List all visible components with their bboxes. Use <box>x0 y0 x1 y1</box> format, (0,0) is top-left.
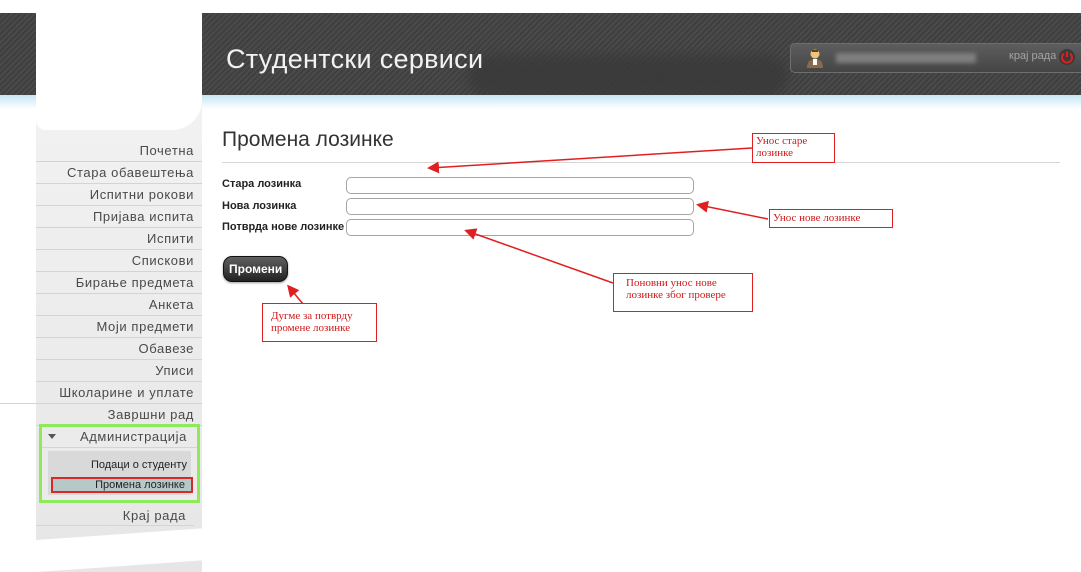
old-password-input[interactable] <box>346 177 694 194</box>
sidebar-item-obligations[interactable]: Обавезе <box>36 338 202 360</box>
confirm-password-label: Потврда нове лозинке <box>222 221 345 233</box>
sidebar-item-home[interactable]: Почетна <box>36 140 202 162</box>
user-box: крај рада <box>790 43 1081 73</box>
sidebar-item-exam-registration[interactable]: Пријава испита <box>36 206 202 228</box>
arrow-submit-button <box>287 284 304 305</box>
sidebar-nav: Почетна Стара обавештења Испитни рокови … <box>0 140 202 426</box>
annotation-button-line1: Дугме за потврду <box>271 310 353 322</box>
new-password-label: Нова лозинка <box>222 200 297 212</box>
title-divider <box>222 162 1060 163</box>
annotation-confirm-line1: Поновни унос нове <box>626 277 717 289</box>
sidebar-item-exam-periods[interactable]: Испитни рокови <box>36 184 202 206</box>
sidebar-item-administration[interactable]: Администрација <box>42 427 197 448</box>
sidebar-top-fade <box>36 10 202 130</box>
user-avatar-icon <box>807 49 823 68</box>
sidebar-item-logout[interactable]: Крај рада <box>36 505 194 526</box>
annotation-confirm-line2: лозинке због провере <box>626 289 726 301</box>
sidebar-item-course-selection[interactable]: Бирање предмета <box>36 272 202 294</box>
sidebar-subitem-change-password[interactable]: Промена лозинке <box>51 477 193 493</box>
app-title: Студентски сервиси <box>226 44 484 74</box>
sidebar-admin-label: Администрација <box>79 429 187 444</box>
annotation-submit-button: Дугме за потврду промене лозинке <box>262 303 377 342</box>
new-password-input[interactable] <box>346 198 694 215</box>
confirm-password-input[interactable] <box>346 219 694 236</box>
page-title: Промена лозинке <box>222 128 394 151</box>
change-password-button[interactable]: Промени <box>223 256 289 282</box>
annotation-button-line2: промене лозинке <box>271 322 351 334</box>
sidebar-admin-submenu: Подаци о студенту Промена лозинке <box>48 451 193 495</box>
sidebar-item-tuition[interactable]: Школарине и уплате <box>0 382 202 404</box>
annotation-new-password: Унос нове лозинке <box>769 209 893 228</box>
annotation-new-password-text: Унос нове лозинке <box>773 212 861 224</box>
sidebar-item-lists[interactable]: Спискови <box>36 250 202 272</box>
arrow-confirm-password <box>464 228 614 284</box>
arrow-new-password <box>696 200 769 220</box>
annotation-confirm-password: Поновни унос нове лозинке због провере <box>613 273 753 312</box>
power-icon[interactable] <box>1059 49 1075 65</box>
old-password-label: Стара лозинка <box>222 178 302 190</box>
sidebar-item-final-thesis[interactable]: Завршни рад <box>36 404 202 426</box>
annotation-old-password-line2: лозинке <box>756 147 794 159</box>
user-name-blurred <box>836 53 976 63</box>
chevron-down-icon <box>48 434 56 439</box>
annotation-old-password-line1: Унос старе <box>756 135 808 147</box>
sidebar-item-enrollments[interactable]: Уписи <box>36 360 202 382</box>
arrow-old-password <box>427 147 753 174</box>
sidebar-admin-group: Администрација Подаци о студенту Промена… <box>39 424 200 503</box>
header-shadow <box>468 55 788 97</box>
annotation-old-password: Унос старе лозинке <box>752 133 835 163</box>
sidebar-item-old-notices[interactable]: Стара обавештења <box>36 162 202 184</box>
sidebar-item-exams[interactable]: Испити <box>36 228 202 250</box>
sidebar-subitem-student-info[interactable]: Подаци о студенту <box>91 459 187 471</box>
sidebar-item-survey[interactable]: Анкета <box>36 294 202 316</box>
sidebar-item-my-courses[interactable]: Моји предмети <box>36 316 202 338</box>
logout-link[interactable]: крај рада <box>1009 50 1056 62</box>
